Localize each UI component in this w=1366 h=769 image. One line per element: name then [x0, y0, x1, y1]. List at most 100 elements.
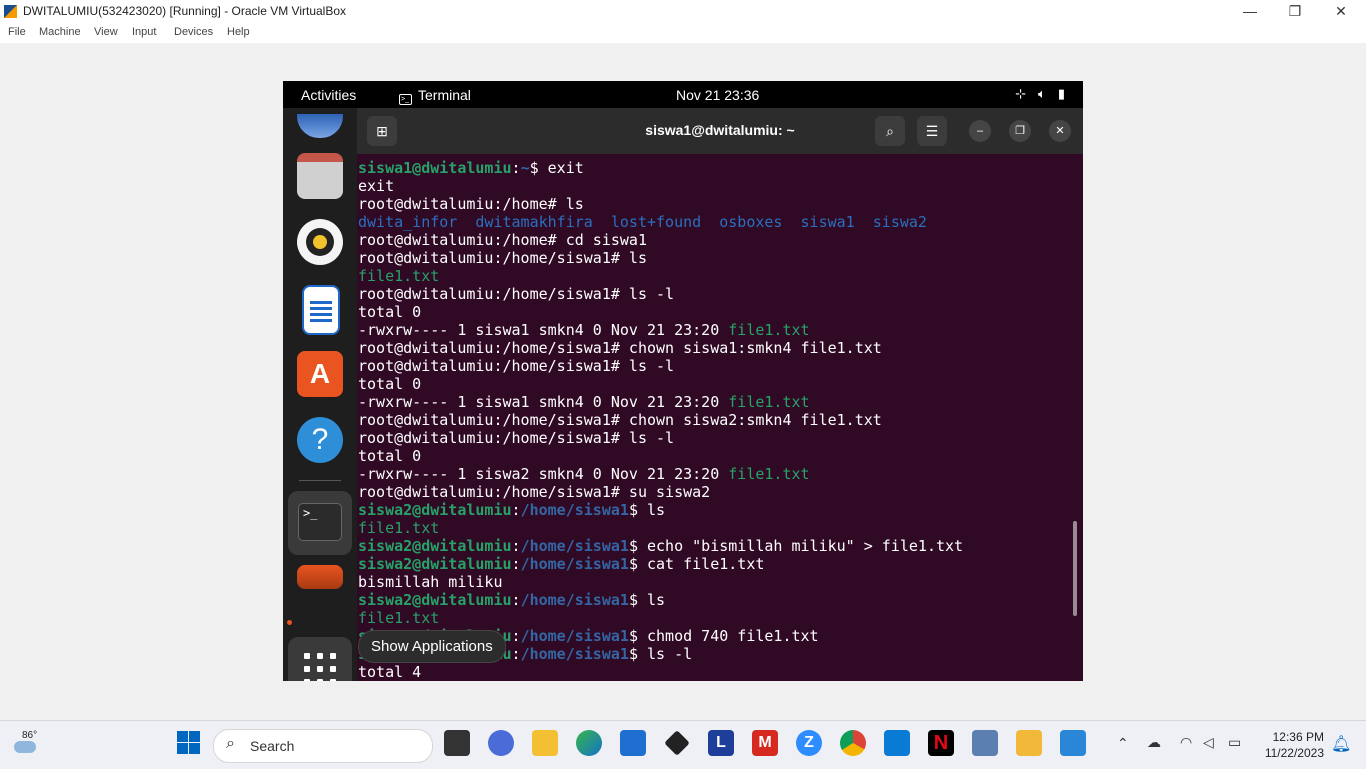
- app-center-icon[interactable]: A: [297, 351, 343, 397]
- terminal-text: dwitamakhfira: [475, 213, 593, 231]
- dock-separator: [299, 480, 341, 481]
- terminal-text: $ cat file1.txt: [628, 555, 765, 573]
- terminal-text: file1.txt: [728, 321, 810, 339]
- terminal-line: total 0: [358, 447, 1058, 465]
- network-icon: ⊹: [1015, 86, 1027, 101]
- terminal-text: root@dwitalumiu:/home/siswa1# ls -l: [358, 285, 675, 303]
- terminal-text: /home/siswa1: [520, 537, 629, 555]
- terminal-text: $ echo "bismillah miliku" > file1.txt: [628, 537, 964, 555]
- thunderbird-icon[interactable]: [297, 114, 343, 138]
- close-terminal-button[interactable]: ✕: [1049, 120, 1071, 142]
- terminal-text: :: [511, 591, 521, 609]
- search-button[interactable]: ⌕: [875, 116, 905, 146]
- store-icon[interactable]: [620, 730, 646, 756]
- minimize-button[interactable]: —: [1235, 2, 1265, 20]
- writer-icon[interactable]: [302, 285, 340, 335]
- menu-machine[interactable]: Machine: [39, 26, 81, 38]
- paint-icon[interactable]: [1016, 730, 1042, 756]
- terminal-text: siswa2@dwitalumiu: [358, 591, 512, 609]
- dock: A ? >_: [283, 108, 357, 681]
- notification-bell-icon[interactable]: 🔔︎: [1331, 734, 1351, 754]
- menu-input[interactable]: Input: [132, 26, 156, 38]
- vscode-icon[interactable]: [884, 730, 910, 756]
- terminal-text: file1.txt: [728, 393, 810, 411]
- show-applications-button[interactable]: [288, 637, 352, 681]
- chevron-up-icon[interactable]: ⌃: [1117, 735, 1129, 752]
- rhythmbox-icon[interactable]: [297, 219, 343, 265]
- terminal-output[interactable]: siswa1@dwitalumiu:~$ exit exit root@dwital…: [358, 159, 1058, 679]
- meet-icon[interactable]: [488, 730, 514, 756]
- help-icon[interactable]: ?: [297, 417, 343, 463]
- menu-help[interactable]: Help: [227, 26, 250, 38]
- photos-icon[interactable]: [1060, 730, 1086, 756]
- terminal-text: ~: [520, 159, 530, 177]
- netflix-icon[interactable]: N: [928, 730, 954, 756]
- terminal-text: osboxes: [719, 213, 783, 231]
- start-button[interactable]: [176, 730, 202, 756]
- close-button[interactable]: ✕: [1326, 2, 1356, 20]
- terminal-text: file1.txt: [358, 609, 440, 627]
- maximize-terminal-button[interactable]: ❐: [1009, 120, 1031, 142]
- terminal-line: root@dwitalumiu:/home/siswa1# su siswa2: [358, 483, 1058, 501]
- file-explorer-icon[interactable]: [532, 730, 558, 756]
- terminal-line: siswa2@dwitalumiu:/home/siswa1$ ls: [358, 501, 1058, 519]
- l-app-icon[interactable]: L: [708, 730, 734, 756]
- menu-view[interactable]: View: [94, 26, 118, 38]
- cloud-shape: [14, 741, 36, 753]
- volume-icon: 🔈︎: [1038, 86, 1046, 101]
- menu-file[interactable]: File: [8, 26, 26, 38]
- terminal-text: $ chmod 740 file1.txt: [628, 627, 819, 645]
- menu-button[interactable]: ☰: [917, 116, 947, 146]
- terminal-text: $ ls -l: [628, 645, 693, 663]
- terminal-line: total 0: [358, 375, 1058, 393]
- terminal-line: bismillah miliku: [358, 573, 1058, 591]
- terminal-line: root@dwitalumiu:/home/siswa1# ls -l: [358, 429, 1058, 447]
- files-icon[interactable]: [297, 153, 343, 199]
- terminal-line: file1.txt: [358, 519, 1058, 537]
- terminal-line: -rwxrw---- 1 siswa2 smkn4 0 Nov 21 23:20…: [358, 465, 1058, 483]
- restore-button[interactable]: ❐: [1280, 2, 1310, 20]
- app-menu[interactable]: >_ Terminal: [399, 87, 471, 105]
- battery-taskbar-icon[interactable]: ▭: [1228, 734, 1241, 751]
- battery-icon: ▮: [1057, 86, 1065, 101]
- weather-temp: 86°: [22, 730, 38, 741]
- guest-display[interactable]: Activities >_ Terminal Nov 21 23:36 ⊹ 🔈︎ ▮ …: [283, 81, 1083, 681]
- mcafee-icon[interactable]: M: [752, 730, 778, 756]
- onedrive-icon[interactable]: ☁: [1147, 734, 1161, 751]
- terminal-line: siswa2@dwitalumiu:/home/siswa1$ echo "bi…: [358, 537, 1058, 555]
- dock-terminal-item[interactable]: >_: [288, 491, 352, 555]
- terminal-text: exit: [358, 177, 395, 195]
- minimize-terminal-button[interactable]: –: [969, 120, 991, 142]
- terminal-line: total 0: [358, 303, 1058, 321]
- ubuntu-software-icon[interactable]: [297, 565, 343, 589]
- clock[interactable]: Nov 21 23:36: [676, 87, 759, 103]
- terminal-icon: >_: [399, 94, 412, 105]
- terminal-text: total 4: [358, 663, 422, 679]
- terminal-text: -rwxrw---- 1 siswa1 smkn4 0 Nov 21 23:20: [358, 321, 729, 339]
- edge-icon[interactable]: [576, 730, 602, 756]
- virtualbox-taskbar-icon[interactable]: [972, 730, 998, 756]
- search-box[interactable]: ⌕ Search: [213, 729, 433, 763]
- terminal-line: root@dwitalumiu:/home/siswa1# ls -l: [358, 285, 1058, 303]
- menu-devices[interactable]: Devices: [174, 26, 213, 38]
- system-tray[interactable]: ⊹ 🔈︎ ▮: [1003, 86, 1065, 102]
- terminal-text: :: [511, 645, 521, 663]
- search-placeholder: Search: [250, 738, 295, 754]
- task-view-icon[interactable]: [444, 730, 470, 756]
- terminal-scrollbar[interactable]: [1073, 521, 1077, 616]
- wifi-icon[interactable]: ◠: [1180, 734, 1192, 751]
- system-clock[interactable]: 12:36 PM 11/22/2023: [1262, 729, 1324, 761]
- terminal-line: siswa2@dwitalumiu:/home/siswa1$ cat file…: [358, 555, 1058, 573]
- windows-taskbar: 86° ⌕ Search L M Z N ⌃ ☁ ◠ ◁ ▭ 12:36 PM …: [0, 720, 1366, 769]
- zoom-icon[interactable]: Z: [796, 730, 822, 756]
- terminal-text: siswa1@dwitalumiu: [358, 159, 512, 177]
- chrome-icon[interactable]: [840, 730, 866, 756]
- speaker-icon[interactable]: ◁: [1203, 734, 1214, 751]
- terminal-text: $ ls: [628, 591, 666, 609]
- dropbox-icon[interactable]: [664, 730, 690, 756]
- activities-button[interactable]: Activities: [301, 87, 356, 103]
- terminal-line: root@dwitalumiu:/home# cd siswa1: [358, 231, 1058, 249]
